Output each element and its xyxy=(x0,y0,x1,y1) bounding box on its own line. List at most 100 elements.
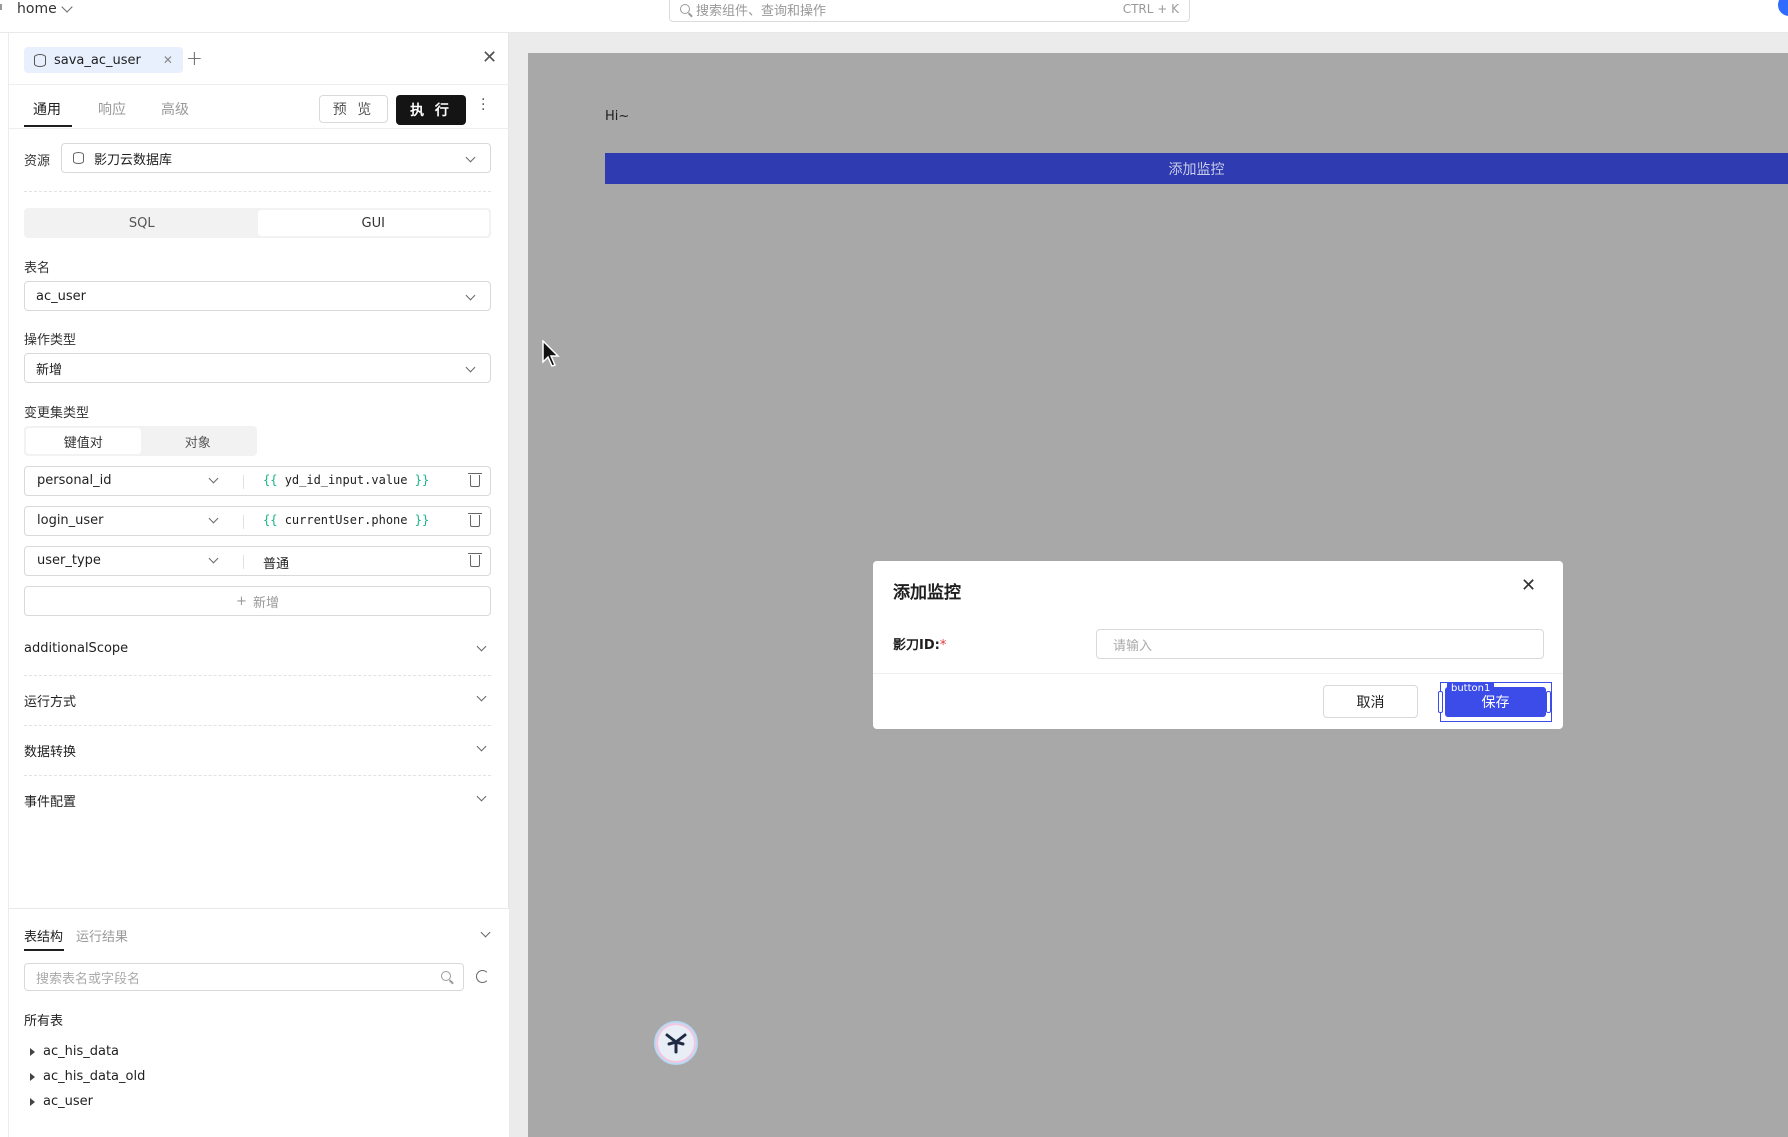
table-name-value: ac_user xyxy=(36,288,86,304)
refresh-icon[interactable] xyxy=(476,970,489,983)
trash-icon[interactable] xyxy=(468,513,482,527)
table-name: ac_user xyxy=(43,1094,93,1109)
database-icon xyxy=(34,54,46,67)
tab-table-structure[interactable]: 表结构 xyxy=(24,926,63,945)
section-title: 运行方式 xyxy=(24,695,77,710)
kv-key[interactable]: personal_id xyxy=(37,473,112,488)
operation-type-value: 新增 xyxy=(36,362,63,378)
mode-gui[interactable]: GUI xyxy=(257,210,489,236)
kv-value[interactable]: 普通 xyxy=(263,553,289,572)
resource-select[interactable]: 影刀云数据库 xyxy=(61,143,491,173)
close-panel-icon[interactable]: ✕ xyxy=(482,47,497,68)
table-tree-item[interactable]: ac_user xyxy=(30,1094,93,1109)
add-monitor-button[interactable]: 添加监控 xyxy=(605,153,1788,184)
kv-row: user_type 普通 xyxy=(24,546,491,576)
required-mark: * xyxy=(939,638,947,653)
page-name: home xyxy=(17,1,57,17)
trash-icon[interactable] xyxy=(468,473,482,487)
close-icon[interactable]: ✕ xyxy=(1521,575,1536,596)
section-event-config[interactable]: 事件配置 xyxy=(24,776,491,826)
schema-search-placeholder: 搜索表名或字段名 xyxy=(36,971,141,987)
kv-key[interactable]: login_user xyxy=(37,513,104,528)
chevron-down-icon xyxy=(476,691,487,702)
add-query-icon[interactable]: + xyxy=(186,46,203,70)
top-bar: home 搜索组件、查询和操作 CTRL + K xyxy=(0,0,1788,33)
changeset-kv[interactable]: 键值对 xyxy=(26,428,141,454)
section-title: additionalScope xyxy=(24,641,129,656)
tab-advanced[interactable]: 高级 xyxy=(161,99,189,119)
mode-sql[interactable]: SQL xyxy=(26,210,258,236)
section-additional-scope[interactable]: additionalScope xyxy=(24,626,491,676)
section-data-transform[interactable]: 数据转换 xyxy=(24,726,491,776)
kv-value[interactable]: {{ yd_id_input.value }} xyxy=(263,473,429,487)
query-subtabs: 通用 响应 高级 预 览 执 行 · · · xyxy=(9,85,509,129)
execute-button[interactable]: 执 行 xyxy=(396,95,466,125)
changeset-object[interactable]: 对象 xyxy=(141,428,256,454)
search-icon xyxy=(680,4,690,14)
active-tab-indicator xyxy=(24,949,64,951)
mode-switch: SQL GUI xyxy=(24,208,491,238)
trash-icon[interactable] xyxy=(468,553,482,567)
chevron-down-icon xyxy=(476,641,487,652)
add-kv-button[interactable]: + 新增 xyxy=(24,586,491,616)
menu-edge-icon xyxy=(0,4,3,10)
caret-right-icon xyxy=(30,1047,35,1056)
cancel-button[interactable]: 取消 xyxy=(1323,685,1418,718)
resource-label: 资源 xyxy=(24,154,51,169)
chevron-down-icon[interactable] xyxy=(208,473,219,484)
operation-type-label: 操作类型 xyxy=(24,333,77,348)
changeset-switch: 键值对 对象 xyxy=(24,426,257,456)
kv-value[interactable]: {{ currentUser.phone }} xyxy=(263,513,429,527)
yingdao-id-label-text: 影刀ID: xyxy=(893,638,940,653)
caret-right-icon xyxy=(30,1072,35,1081)
global-search-input[interactable]: 搜索组件、查询和操作 CTRL + K xyxy=(669,0,1190,22)
tab-run-result[interactable]: 运行结果 xyxy=(76,926,128,945)
more-icon[interactable]: · · · xyxy=(481,93,485,117)
schema-search-input[interactable]: 搜索表名或字段名 xyxy=(24,963,464,991)
page-switcher[interactable]: home xyxy=(17,0,73,18)
changeset-type-label: 变更集类型 xyxy=(24,406,90,421)
table-name-select[interactable]: ac_user xyxy=(24,281,491,311)
close-tab-icon[interactable]: ✕ xyxy=(163,53,173,67)
preview-button[interactable]: 预 览 xyxy=(319,95,388,123)
add-kv-label: 新增 xyxy=(252,595,279,611)
section-run-mode[interactable]: 运行方式 xyxy=(24,676,491,726)
operation-type-select[interactable]: 新增 xyxy=(24,353,491,383)
cursor-arrow-icon xyxy=(542,340,560,367)
yingdao-id-input[interactable]: 请输入 xyxy=(1096,629,1544,659)
resize-handle-right[interactable] xyxy=(1546,691,1551,713)
database-icon xyxy=(73,152,84,164)
schema-panel: 表结构 运行结果 搜索表名或字段名 所有表 ac_his_data ac_his… xyxy=(9,908,509,1137)
chevron-down-icon[interactable] xyxy=(208,513,219,524)
table-tree-item[interactable]: ac_his_data_old xyxy=(30,1069,145,1084)
save-button-selection[interactable]: 保存 button1 xyxy=(1438,682,1552,722)
chevron-down-icon xyxy=(465,152,476,163)
tab-general[interactable]: 通用 xyxy=(33,99,61,119)
resize-handle-left[interactable] xyxy=(1438,691,1443,713)
chevron-down-icon[interactable] xyxy=(480,927,491,938)
tab-response[interactable]: 响应 xyxy=(98,99,126,119)
active-tab-indicator xyxy=(24,125,72,127)
table-name: ac_his_data xyxy=(43,1044,120,1059)
template-open: {{ xyxy=(263,473,278,487)
search-icon xyxy=(441,971,451,981)
kv-key[interactable]: user_type xyxy=(37,553,101,568)
yingdao-id-placeholder: 请输入 xyxy=(1113,638,1153,654)
chevron-down-icon xyxy=(61,1,73,13)
left-gutter xyxy=(0,33,9,1137)
template-close: }} xyxy=(414,513,430,527)
kv-value-text: yd_id_input.value xyxy=(284,473,408,487)
query-editor-panel: sava_ac_user ✕ + ✕ 通用 响应 高级 预 览 执 行 · · · … xyxy=(9,33,509,1137)
kv-row: login_user {{ currentUser.phone }} xyxy=(24,506,491,536)
avatar[interactable] xyxy=(1778,0,1788,16)
table-tree-item[interactable]: ac_his_data xyxy=(30,1044,119,1059)
caret-right-icon xyxy=(30,1097,35,1106)
section-title: 事件配置 xyxy=(24,795,77,810)
assistant-button[interactable] xyxy=(654,1021,698,1065)
resource-value: 影刀云数据库 xyxy=(94,152,173,168)
table-name-label: 表名 xyxy=(24,261,51,276)
chevron-down-icon[interactable] xyxy=(208,553,219,564)
query-tab[interactable]: sava_ac_user ✕ xyxy=(24,47,183,73)
table-name: ac_his_data_old xyxy=(43,1069,146,1084)
query-tab-label: sava_ac_user xyxy=(54,52,141,68)
